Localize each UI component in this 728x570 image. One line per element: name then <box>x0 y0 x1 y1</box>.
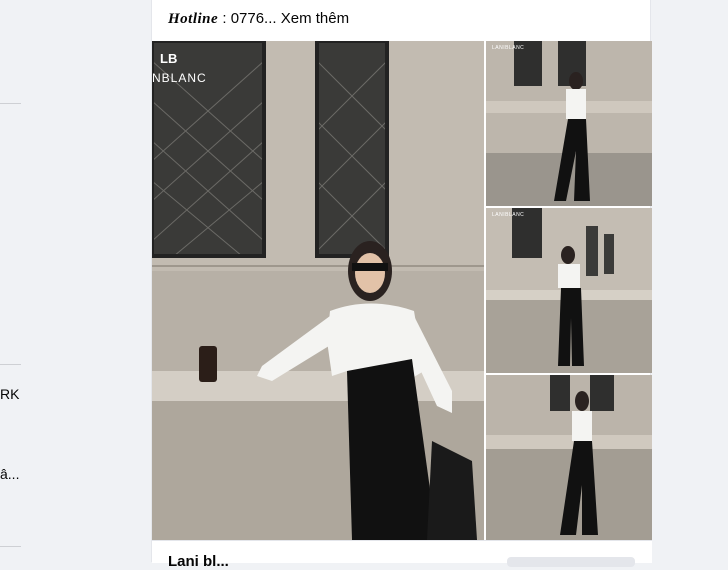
brand-logo-text: NBLANC <box>152 71 207 85</box>
sidebar-divider <box>0 546 21 547</box>
side-photo-3-image <box>486 375 652 540</box>
side-photo-1[interactable]: LANIBLANC <box>486 41 652 206</box>
hotline-label: Hotline <box>168 11 219 27</box>
hotline-separator: : <box>218 10 231 27</box>
photo-grid: LB NBLANC LANIBLANC LANIBLANC <box>152 41 652 540</box>
post-card: Hotline : 0776... Xem thêm LB NBLANC LAN… <box>151 0 652 570</box>
left-sidebar: RK â... <box>0 0 22 562</box>
post-caption: Hotline : 0776... Xem thêm <box>168 10 349 28</box>
action-button[interactable] <box>507 557 635 567</box>
main-photo-image <box>152 41 484 540</box>
main-photo[interactable]: LB NBLANC <box>152 41 484 540</box>
side-photo-3[interactable] <box>486 375 652 540</box>
side-photo-2-image <box>486 208 652 373</box>
hotline-number: 0776... <box>230 10 277 27</box>
brand-logo-mark: LB <box>160 51 178 66</box>
brand-logo-small: LANIBLANC <box>492 45 525 51</box>
see-more-link[interactable]: Xem thêm <box>281 10 349 27</box>
sidebar-divider <box>0 103 21 104</box>
sidebar-item-text[interactable]: â... <box>0 466 19 482</box>
brand-logo-small: LANIBLANC <box>492 212 525 218</box>
sidebar-item-text[interactable]: RK <box>0 386 19 402</box>
side-photo-2[interactable]: LANIBLANC <box>486 208 652 373</box>
side-photo-1-image <box>486 41 652 206</box>
sidebar-divider <box>0 364 21 365</box>
post-footer: Lani bl... <box>152 540 652 570</box>
